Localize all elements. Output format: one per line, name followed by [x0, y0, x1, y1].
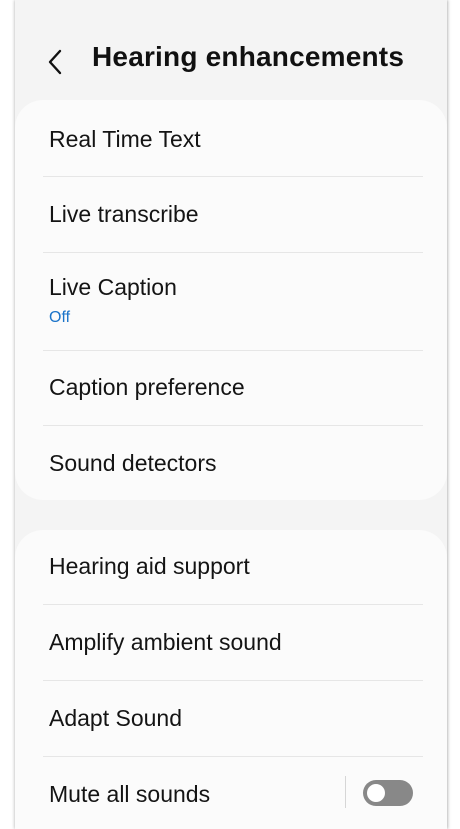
mute-all-sounds-toggle[interactable] [363, 780, 413, 806]
vertical-divider [345, 776, 346, 808]
setting-amplify-ambient-sound[interactable]: Amplify ambient sound [15, 604, 447, 680]
setting-live-caption[interactable]: Live Caption Off [15, 252, 447, 350]
setting-mute-all-sounds[interactable]: Mute all sounds [15, 756, 447, 829]
settings-group-captions: Real Time Text Live transcribe Live Capt… [15, 100, 447, 500]
setting-caption-preference[interactable]: Caption preference [15, 350, 447, 425]
setting-label: Live Caption [49, 274, 177, 300]
back-button[interactable] [37, 44, 73, 80]
setting-label: Live transcribe [49, 201, 199, 227]
setting-label: Real Time Text [49, 126, 201, 152]
app-bar: Hearing enhancements [15, 0, 447, 104]
setting-label: Adapt Sound [49, 705, 183, 731]
toggle-knob [365, 782, 387, 804]
setting-hearing-aid-support[interactable]: Hearing aid support [15, 530, 447, 604]
setting-label: Sound detectors [49, 450, 217, 476]
setting-label: Caption preference [49, 374, 245, 400]
chevron-left-icon [48, 49, 62, 75]
settings-group-hearing: Hearing aid support Amplify ambient soun… [15, 530, 447, 829]
settings-screen: Hearing enhancements Real Time Text Live… [15, 0, 447, 829]
setting-real-time-text[interactable]: Real Time Text [15, 100, 447, 176]
setting-live-transcribe[interactable]: Live transcribe [15, 176, 447, 252]
phone-frame: Hearing enhancements Real Time Text Live… [0, 0, 460, 829]
setting-label: Hearing aid support [49, 553, 250, 579]
setting-adapt-sound[interactable]: Adapt Sound [15, 680, 447, 756]
setting-status: Off [49, 309, 71, 326]
setting-sound-detectors[interactable]: Sound detectors [15, 425, 447, 500]
page-title: Hearing enhancements [92, 41, 405, 72]
setting-label: Amplify ambient sound [49, 629, 282, 655]
setting-label: Mute all sounds [49, 781, 211, 807]
